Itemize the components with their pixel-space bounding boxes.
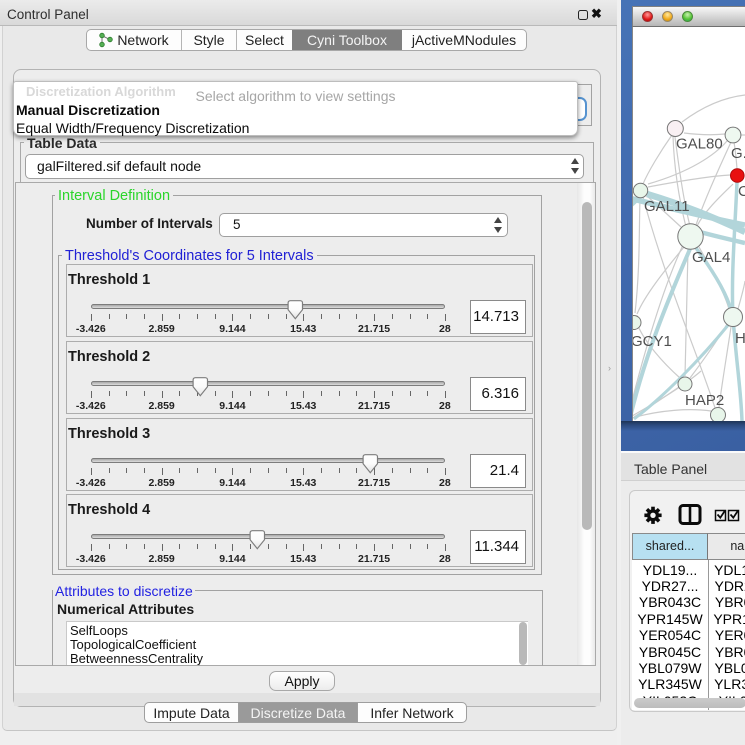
svg-text:GAL80: GAL80 [676, 136, 723, 153]
svg-text:H: H [735, 330, 745, 347]
svg-text:G.: G. [731, 145, 745, 162]
svg-text:C: C [738, 183, 745, 200]
svg-text:HAP2: HAP2 [685, 392, 724, 409]
svg-text:GCY1: GCY1 [633, 333, 672, 350]
svg-text:GAL11: GAL11 [644, 198, 690, 215]
svg-text:GAL4: GAL4 [692, 249, 730, 266]
